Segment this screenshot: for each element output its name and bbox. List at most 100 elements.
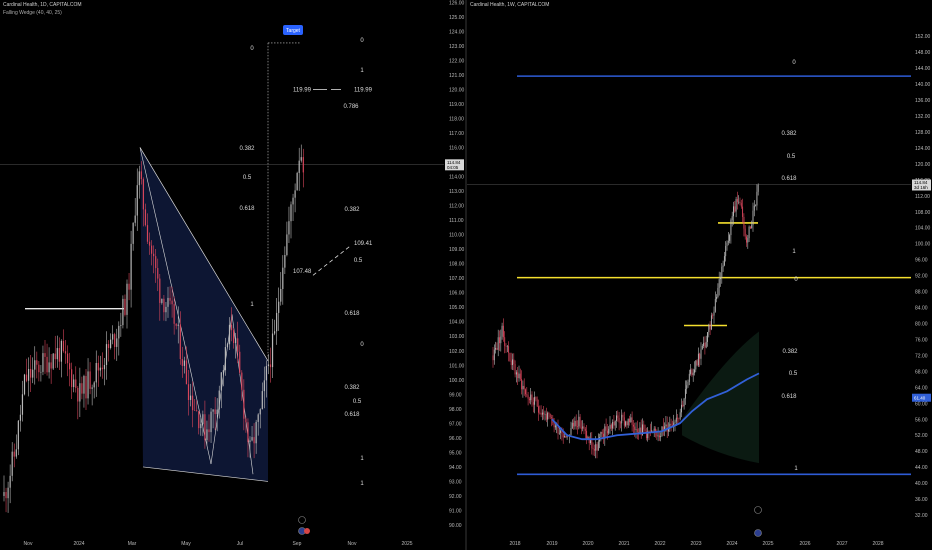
y-axis-tick-label: 98.00 — [449, 407, 462, 413]
candle-body — [547, 412, 549, 420]
candle-body — [739, 201, 741, 204]
candle-body — [512, 359, 513, 366]
fib-level-label: 1 — [794, 466, 798, 472]
candle-body — [682, 404, 684, 407]
candle-body — [514, 364, 516, 375]
candle-body — [79, 383, 81, 402]
candle-body — [194, 410, 196, 411]
y-axis-tick-label: 116.00 — [449, 145, 464, 151]
fib-level-label: 1 — [250, 302, 254, 308]
candle-body — [62, 340, 65, 352]
candle-body — [554, 425, 556, 428]
y-axis-tick-label: 101.00 — [449, 363, 465, 369]
candle-body — [9, 475, 11, 488]
candle-body — [276, 312, 278, 332]
candle-body — [726, 242, 728, 247]
y-axis-tick-label: 106.00 — [449, 291, 465, 297]
y-axis-tick-label: 56.00 — [915, 417, 928, 423]
y-axis-tick-label: 112.00 — [915, 194, 930, 200]
candle-body — [518, 373, 520, 379]
candle-body — [613, 422, 615, 426]
candle-body — [604, 426, 606, 439]
candle-body — [282, 267, 284, 289]
candle-body — [643, 424, 645, 430]
candle-body — [89, 371, 91, 389]
fib-level-label: 0.382 — [239, 146, 255, 152]
candle-body — [618, 417, 620, 423]
y-axis-tick-label: 96.00 — [449, 436, 462, 442]
candle-body — [513, 359, 515, 365]
candle-body — [536, 399, 538, 407]
candle-body — [64, 351, 67, 354]
y-axis-tick-label: 110.00 — [449, 233, 464, 239]
candle-body — [52, 353, 54, 369]
fib-level-label: 0 — [250, 46, 254, 52]
event-marker-icon — [298, 516, 306, 524]
candle-body — [105, 344, 108, 365]
candle-body — [46, 356, 48, 373]
x-axis-tick-label: 2019 — [546, 541, 557, 547]
y-axis-tick-label: 91.00 — [449, 508, 462, 514]
candle-body — [720, 278, 721, 280]
candle-body — [597, 441, 599, 451]
candle-body — [48, 362, 50, 373]
candle-body — [679, 412, 681, 419]
candle-body — [261, 391, 263, 410]
fib-level-label: 0.5 — [789, 371, 798, 377]
candle-body — [23, 374, 26, 395]
candle-body — [717, 287, 719, 298]
candle-body — [107, 344, 110, 348]
candle-body — [173, 304, 175, 324]
ma-price-tag-value: 61.40 — [914, 396, 926, 401]
candle-body — [288, 221, 290, 235]
y-axis-tick-label: 80.00 — [915, 322, 928, 328]
candle-body — [110, 339, 112, 348]
candle-body — [530, 394, 532, 401]
candle-body — [592, 448, 594, 450]
candle-body — [185, 360, 188, 385]
candle-body — [251, 437, 253, 441]
candle-body — [532, 402, 534, 405]
candle-body — [11, 451, 13, 476]
candle-body — [212, 409, 214, 412]
y-axis-tick-label: 117.00 — [449, 131, 464, 137]
right-chart-pane[interactable]: Cardinal Health, 1W, CAPITALCOM 32.00 36.… — [467, 0, 932, 550]
candle-body — [499, 337, 500, 344]
candle-body — [83, 376, 85, 394]
candle-body — [617, 415, 619, 418]
candle-body — [755, 205, 757, 207]
candle-body — [497, 337, 499, 350]
candle-body — [95, 362, 97, 383]
x-axis-tick-label: 2021 — [618, 541, 629, 547]
fib-level-label: 1 — [792, 249, 796, 255]
candle-body — [635, 429, 637, 430]
event-marker-icon — [754, 506, 762, 514]
candle-body — [725, 246, 727, 257]
candle-body — [610, 424, 612, 429]
candle-body — [593, 449, 595, 451]
candle-body — [60, 340, 62, 362]
candle-body — [42, 353, 44, 372]
candle-body — [506, 346, 508, 347]
candle-body — [501, 325, 503, 337]
x-axis-tick-label: 2026 — [799, 541, 810, 547]
candle-body — [284, 255, 286, 268]
right-chart-canvas[interactable]: 32.00 36.00 40.00 44.00 48.00 52.00 56.00 60.00… — [467, 0, 932, 550]
left-chart-pane[interactable]: Cardinal Health, 1D, CAPITALCOM Falling … — [0, 0, 465, 550]
candle-body — [34, 360, 36, 370]
candle-body — [7, 487, 9, 499]
candle-body — [44, 353, 46, 357]
left-chart-canvas[interactable]: 90.00 91.00 92.00 93.00 94.00 95.00 96.00 97.00… — [0, 0, 465, 550]
candle-body — [701, 345, 703, 350]
candle-body — [32, 369, 34, 378]
candle-body — [245, 418, 247, 423]
candle-body — [733, 206, 734, 217]
fib-level-label: 0 — [360, 38, 364, 44]
candle-body — [712, 315, 714, 316]
candle-body — [714, 298, 716, 312]
y-axis-tick-label: 108.00 — [915, 210, 931, 216]
candle-body — [644, 429, 646, 432]
candle-body — [573, 422, 575, 427]
candle-body — [505, 345, 507, 347]
candle-body — [5, 492, 7, 499]
